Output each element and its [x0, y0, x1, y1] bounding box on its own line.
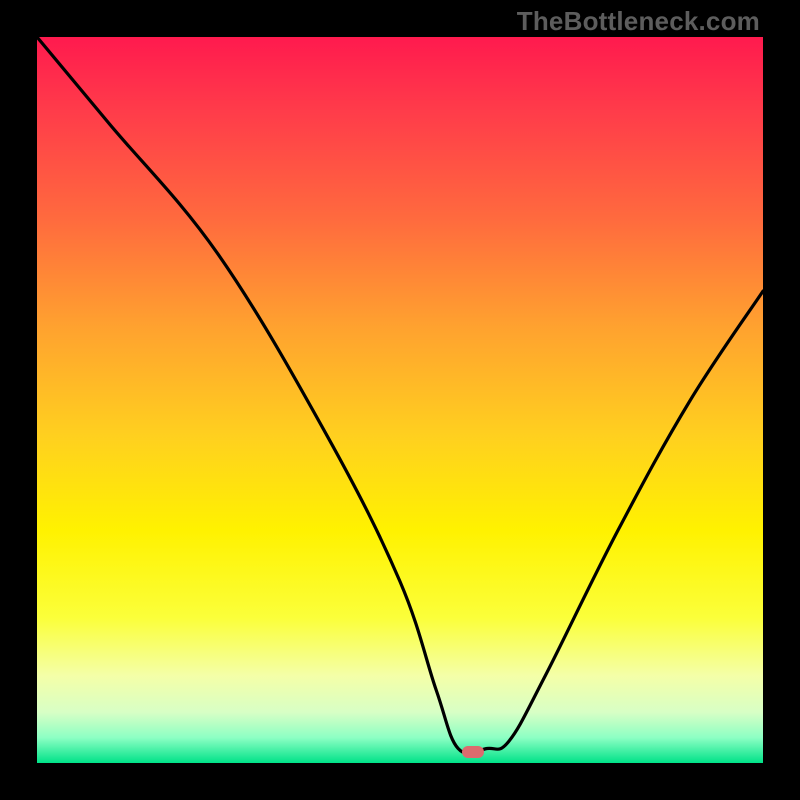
heat-gradient-background — [37, 37, 763, 763]
chart-frame: TheBottleneck.com — [0, 0, 800, 800]
optimal-point-marker — [462, 746, 484, 758]
watermark-text: TheBottleneck.com — [517, 6, 760, 37]
plot-area — [37, 37, 763, 763]
